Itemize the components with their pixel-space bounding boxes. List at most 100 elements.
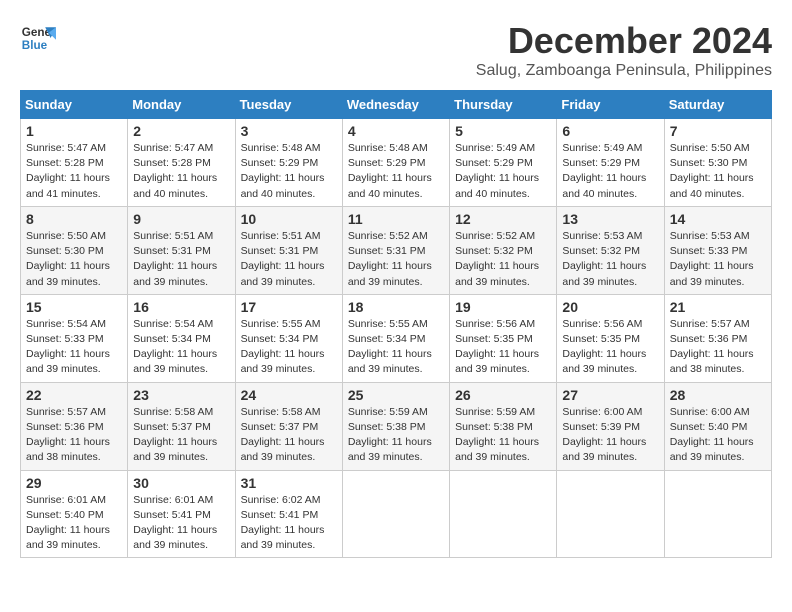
logo: General Blue bbox=[20, 20, 56, 56]
day-number: 25 bbox=[348, 387, 444, 403]
table-row: 22 Sunrise: 5:57 AMSunset: 5:36 PMDaylig… bbox=[21, 382, 128, 470]
table-row: 1 Sunrise: 5:47 AMSunset: 5:28 PMDayligh… bbox=[21, 119, 128, 207]
table-row: 5 Sunrise: 5:49 AMSunset: 5:29 PMDayligh… bbox=[450, 119, 557, 207]
table-row: 20 Sunrise: 5:56 AMSunset: 5:35 PMDaylig… bbox=[557, 294, 664, 382]
day-info: Sunrise: 5:56 AMSunset: 5:35 PMDaylight:… bbox=[455, 318, 539, 376]
day-number: 10 bbox=[241, 211, 337, 227]
day-info: Sunrise: 5:50 AMSunset: 5:30 PMDaylight:… bbox=[670, 142, 754, 200]
day-info: Sunrise: 5:48 AMSunset: 5:29 PMDaylight:… bbox=[241, 142, 325, 200]
table-row: 14 Sunrise: 5:53 AMSunset: 5:33 PMDaylig… bbox=[664, 206, 771, 294]
calendar-table: Sunday Monday Tuesday Wednesday Thursday… bbox=[20, 90, 772, 558]
day-number: 29 bbox=[26, 475, 122, 491]
day-number: 27 bbox=[562, 387, 658, 403]
col-saturday: Saturday bbox=[664, 91, 771, 119]
day-number: 11 bbox=[348, 211, 444, 227]
day-info: Sunrise: 5:54 AMSunset: 5:33 PMDaylight:… bbox=[26, 318, 110, 376]
calendar-week-row: 22 Sunrise: 5:57 AMSunset: 5:36 PMDaylig… bbox=[21, 382, 772, 470]
day-number: 21 bbox=[670, 299, 766, 315]
table-row: 3 Sunrise: 5:48 AMSunset: 5:29 PMDayligh… bbox=[235, 119, 342, 207]
day-info: Sunrise: 5:52 AMSunset: 5:31 PMDaylight:… bbox=[348, 230, 432, 288]
day-info: Sunrise: 5:57 AMSunset: 5:36 PMDaylight:… bbox=[670, 318, 754, 376]
table-row bbox=[342, 470, 449, 558]
table-row: 30 Sunrise: 6:01 AMSunset: 5:41 PMDaylig… bbox=[128, 470, 235, 558]
day-number: 31 bbox=[241, 475, 337, 491]
day-info: Sunrise: 5:58 AMSunset: 5:37 PMDaylight:… bbox=[241, 406, 325, 464]
day-info: Sunrise: 5:55 AMSunset: 5:34 PMDaylight:… bbox=[241, 318, 325, 376]
day-number: 23 bbox=[133, 387, 229, 403]
day-info: Sunrise: 5:58 AMSunset: 5:37 PMDaylight:… bbox=[133, 406, 217, 464]
day-info: Sunrise: 6:02 AMSunset: 5:41 PMDaylight:… bbox=[241, 494, 325, 552]
table-row: 13 Sunrise: 5:53 AMSunset: 5:32 PMDaylig… bbox=[557, 206, 664, 294]
table-row: 8 Sunrise: 5:50 AMSunset: 5:30 PMDayligh… bbox=[21, 206, 128, 294]
day-info: Sunrise: 5:56 AMSunset: 5:35 PMDaylight:… bbox=[562, 318, 646, 376]
table-row: 17 Sunrise: 5:55 AMSunset: 5:34 PMDaylig… bbox=[235, 294, 342, 382]
table-row: 19 Sunrise: 5:56 AMSunset: 5:35 PMDaylig… bbox=[450, 294, 557, 382]
day-info: Sunrise: 5:59 AMSunset: 5:38 PMDaylight:… bbox=[348, 406, 432, 464]
day-number: 20 bbox=[562, 299, 658, 315]
day-info: Sunrise: 5:50 AMSunset: 5:30 PMDaylight:… bbox=[26, 230, 110, 288]
day-number: 6 bbox=[562, 123, 658, 139]
table-row: 9 Sunrise: 5:51 AMSunset: 5:31 PMDayligh… bbox=[128, 206, 235, 294]
day-number: 9 bbox=[133, 211, 229, 227]
calendar-week-row: 1 Sunrise: 5:47 AMSunset: 5:28 PMDayligh… bbox=[21, 119, 772, 207]
col-sunday: Sunday bbox=[21, 91, 128, 119]
table-row: 7 Sunrise: 5:50 AMSunset: 5:30 PMDayligh… bbox=[664, 119, 771, 207]
location: Salug, Zamboanga Peninsula, Philippines bbox=[476, 62, 772, 80]
calendar-header-row: Sunday Monday Tuesday Wednesday Thursday… bbox=[21, 91, 772, 119]
table-row: 28 Sunrise: 6:00 AMSunset: 5:40 PMDaylig… bbox=[664, 382, 771, 470]
day-info: Sunrise: 5:47 AMSunset: 5:28 PMDaylight:… bbox=[26, 142, 110, 200]
col-tuesday: Tuesday bbox=[235, 91, 342, 119]
day-number: 3 bbox=[241, 123, 337, 139]
day-info: Sunrise: 5:53 AMSunset: 5:32 PMDaylight:… bbox=[562, 230, 646, 288]
day-info: Sunrise: 5:51 AMSunset: 5:31 PMDaylight:… bbox=[241, 230, 325, 288]
table-row: 12 Sunrise: 5:52 AMSunset: 5:32 PMDaylig… bbox=[450, 206, 557, 294]
day-info: Sunrise: 5:59 AMSunset: 5:38 PMDaylight:… bbox=[455, 406, 539, 464]
col-friday: Friday bbox=[557, 91, 664, 119]
day-info: Sunrise: 6:01 AMSunset: 5:40 PMDaylight:… bbox=[26, 494, 110, 552]
day-number: 30 bbox=[133, 475, 229, 491]
table-row: 4 Sunrise: 5:48 AMSunset: 5:29 PMDayligh… bbox=[342, 119, 449, 207]
day-number: 15 bbox=[26, 299, 122, 315]
title-block: December 2024 Salug, Zamboanga Peninsula… bbox=[476, 20, 772, 80]
day-number: 13 bbox=[562, 211, 658, 227]
calendar-week-row: 8 Sunrise: 5:50 AMSunset: 5:30 PMDayligh… bbox=[21, 206, 772, 294]
page-header: General Blue December 2024 Salug, Zamboa… bbox=[20, 20, 772, 80]
table-row: 31 Sunrise: 6:02 AMSunset: 5:41 PMDaylig… bbox=[235, 470, 342, 558]
day-number: 4 bbox=[348, 123, 444, 139]
table-row: 16 Sunrise: 5:54 AMSunset: 5:34 PMDaylig… bbox=[128, 294, 235, 382]
day-number: 28 bbox=[670, 387, 766, 403]
calendar-week-row: 29 Sunrise: 6:01 AMSunset: 5:40 PMDaylig… bbox=[21, 470, 772, 558]
table-row bbox=[450, 470, 557, 558]
table-row: 21 Sunrise: 5:57 AMSunset: 5:36 PMDaylig… bbox=[664, 294, 771, 382]
table-row: 18 Sunrise: 5:55 AMSunset: 5:34 PMDaylig… bbox=[342, 294, 449, 382]
day-number: 24 bbox=[241, 387, 337, 403]
day-info: Sunrise: 5:49 AMSunset: 5:29 PMDaylight:… bbox=[562, 142, 646, 200]
day-info: Sunrise: 5:49 AMSunset: 5:29 PMDaylight:… bbox=[455, 142, 539, 200]
day-info: Sunrise: 5:53 AMSunset: 5:33 PMDaylight:… bbox=[670, 230, 754, 288]
svg-text:Blue: Blue bbox=[22, 39, 48, 52]
table-row: 24 Sunrise: 5:58 AMSunset: 5:37 PMDaylig… bbox=[235, 382, 342, 470]
day-number: 18 bbox=[348, 299, 444, 315]
month-title: December 2024 bbox=[476, 20, 772, 62]
day-info: Sunrise: 6:00 AMSunset: 5:39 PMDaylight:… bbox=[562, 406, 646, 464]
table-row: 27 Sunrise: 6:00 AMSunset: 5:39 PMDaylig… bbox=[557, 382, 664, 470]
table-row: 6 Sunrise: 5:49 AMSunset: 5:29 PMDayligh… bbox=[557, 119, 664, 207]
day-info: Sunrise: 5:51 AMSunset: 5:31 PMDaylight:… bbox=[133, 230, 217, 288]
table-row: 26 Sunrise: 5:59 AMSunset: 5:38 PMDaylig… bbox=[450, 382, 557, 470]
day-number: 7 bbox=[670, 123, 766, 139]
day-info: Sunrise: 5:52 AMSunset: 5:32 PMDaylight:… bbox=[455, 230, 539, 288]
col-wednesday: Wednesday bbox=[342, 91, 449, 119]
table-row: 29 Sunrise: 6:01 AMSunset: 5:40 PMDaylig… bbox=[21, 470, 128, 558]
day-number: 2 bbox=[133, 123, 229, 139]
day-number: 14 bbox=[670, 211, 766, 227]
day-number: 19 bbox=[455, 299, 551, 315]
day-info: Sunrise: 5:55 AMSunset: 5:34 PMDaylight:… bbox=[348, 318, 432, 376]
table-row: 10 Sunrise: 5:51 AMSunset: 5:31 PMDaylig… bbox=[235, 206, 342, 294]
day-number: 8 bbox=[26, 211, 122, 227]
col-thursday: Thursday bbox=[450, 91, 557, 119]
day-number: 22 bbox=[26, 387, 122, 403]
day-info: Sunrise: 6:00 AMSunset: 5:40 PMDaylight:… bbox=[670, 406, 754, 464]
day-number: 16 bbox=[133, 299, 229, 315]
day-number: 17 bbox=[241, 299, 337, 315]
table-row: 25 Sunrise: 5:59 AMSunset: 5:38 PMDaylig… bbox=[342, 382, 449, 470]
